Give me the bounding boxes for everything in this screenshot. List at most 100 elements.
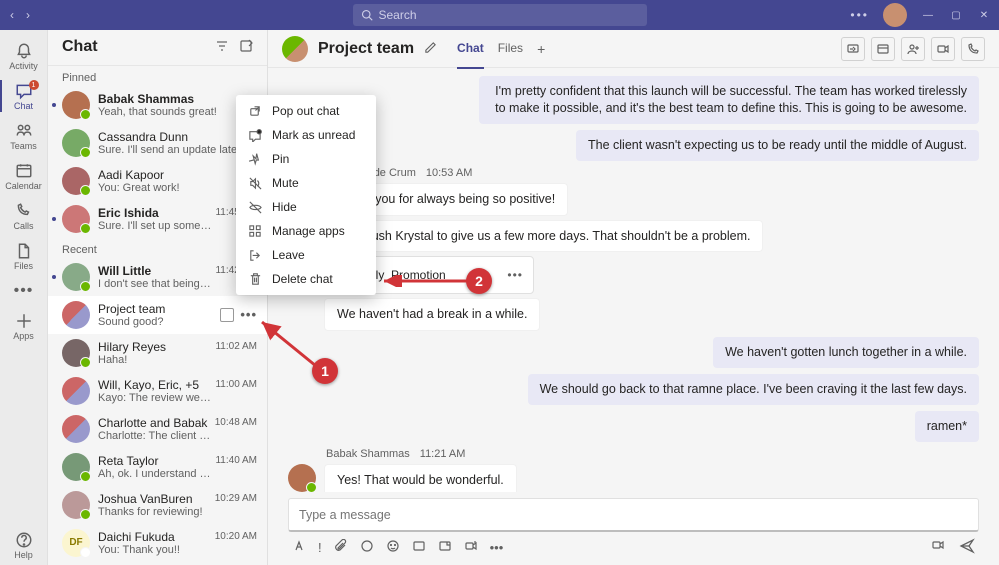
leave-icon — [248, 248, 262, 262]
minimize-button[interactable]: — — [921, 10, 935, 21]
chat-avatar — [62, 377, 90, 405]
add-people-icon[interactable] — [901, 37, 925, 61]
chat-preview: Kayo: The review went really well! Can't… — [98, 392, 211, 404]
chat-list-item[interactable]: Reta TaylorAh, ok. I understand now.11:4… — [48, 448, 267, 486]
ctx-popout[interactable]: Pop out chat — [236, 99, 376, 123]
compose-input-box[interactable] — [288, 498, 979, 532]
chat-list-title: Chat — [62, 38, 205, 56]
compose-input[interactable] — [299, 508, 968, 522]
video-call-icon[interactable] — [931, 37, 955, 61]
close-button[interactable]: ✕ — [977, 10, 991, 21]
rail-calls[interactable]: Calls — [0, 196, 48, 236]
chat-name: Reta Taylor — [98, 454, 211, 468]
rail-activity[interactable]: Activity — [0, 36, 48, 76]
loop-icon[interactable] — [360, 539, 374, 556]
settings-more-icon[interactable]: ••• — [850, 8, 869, 22]
chat-avatar — [62, 167, 90, 195]
gif-icon[interactable] — [412, 539, 426, 556]
ctx-unread[interactable]: Mark as unread — [236, 123, 376, 147]
format-icon[interactable] — [292, 539, 306, 556]
rail-help[interactable]: Help — [0, 525, 48, 565]
sent-message[interactable]: I'm pretty confident that this launch wi… — [479, 76, 979, 124]
chat-list-item[interactable]: Will LittleI don't see that being an iss… — [48, 258, 267, 296]
priority-icon[interactable]: ! — [318, 540, 322, 555]
ctx-apps[interactable]: Manage apps — [236, 219, 376, 243]
chat-list-item[interactable]: Joshua VanBurenThanks for reviewing!10:2… — [48, 486, 267, 524]
chat-list-item[interactable]: Hilary ReyesHaha!11:02 AM — [48, 334, 267, 372]
share-screen-icon[interactable] — [841, 37, 865, 61]
sent-message[interactable]: ramen* — [915, 411, 979, 442]
ctx-trash[interactable]: Delete chat — [236, 267, 376, 291]
rail-chat[interactable]: Chat1 — [0, 76, 48, 116]
file-more-icon[interactable]: ••• — [507, 268, 523, 282]
send-icon[interactable] — [959, 538, 975, 557]
add-tab-icon[interactable]: + — [537, 39, 545, 59]
attach-icon[interactable] — [334, 539, 348, 556]
sticker-icon[interactable] — [438, 539, 452, 556]
rail-teams[interactable]: Teams — [0, 116, 48, 156]
received-message[interactable]: We haven't had a break in a while. — [324, 298, 540, 331]
chat-time: 10:48 AM — [215, 417, 257, 428]
tab-chat[interactable]: Chat — [457, 39, 484, 59]
chat-list-item[interactable]: Kadji BellYou: I like the idea. Let's pi… — [48, 562, 267, 565]
compose-more-icon[interactable]: ••• — [490, 540, 504, 555]
forward-button[interactable]: › — [26, 8, 30, 22]
sent-message[interactable]: We should go back to that ramne place. I… — [528, 374, 979, 405]
chat-name: Cassandra Dunn — [98, 130, 257, 144]
schedule-meet-icon[interactable] — [464, 539, 478, 556]
chat-list-item[interactable]: Cassandra DunnSure. I'll send an update … — [48, 124, 267, 162]
chat-list-item[interactable]: DFDaichi FukudaYou: Thank you!!10:20 AM — [48, 524, 267, 562]
trash-icon — [248, 272, 262, 286]
message-time: 11:21 AM — [420, 448, 466, 460]
chat-list-item[interactable]: Babak ShammasYeah, that sounds great! — [48, 86, 267, 124]
rail-calendar[interactable]: Calendar — [0, 156, 48, 196]
emoji-icon[interactable] — [386, 539, 400, 556]
chat-name: Babak Shammas — [98, 92, 257, 106]
chat-list-item[interactable]: Will, Kayo, Eric, +5Kayo: The review wen… — [48, 372, 267, 410]
back-button[interactable]: ‹ — [10, 8, 14, 22]
audio-call-icon[interactable] — [961, 37, 985, 61]
received-message[interactable]: I will push Krystal to give us a few mor… — [324, 220, 763, 253]
maximize-button[interactable]: ▢ — [949, 10, 963, 21]
chat-name: Eric Ishida — [98, 206, 211, 220]
sender-avatar[interactable] — [288, 464, 316, 492]
schedule-send-icon[interactable] — [931, 538, 945, 557]
ctx-hide[interactable]: Hide — [236, 195, 376, 219]
popout-icon[interactable] — [220, 308, 234, 322]
tab-files[interactable]: Files — [498, 39, 523, 59]
rail-apps[interactable]: Apps — [0, 306, 48, 346]
ctx-leave[interactable]: Leave — [236, 243, 376, 267]
chat-list-item[interactable]: Aadi KapoorYou: Great work! — [48, 162, 267, 200]
chat-preview: Sure. I'll send an update later. — [98, 144, 257, 156]
filter-icon[interactable] — [215, 39, 229, 56]
current-user-avatar[interactable] — [883, 3, 907, 27]
app-rail: ActivityChat1TeamsCalendarCallsFiles •••… — [0, 30, 48, 565]
rail-more-icon[interactable]: ••• — [14, 282, 34, 300]
ctx-mute[interactable]: Mute — [236, 171, 376, 195]
chat-list-item[interactable]: Charlotte and BabakCharlotte: The client… — [48, 410, 267, 448]
edit-title-icon[interactable] — [424, 41, 437, 57]
chat-avatar — [62, 129, 90, 157]
apps-icon — [248, 224, 262, 238]
chat-name: Project team — [98, 302, 216, 316]
chat-list-item[interactable]: Project teamSound good?••• — [48, 296, 267, 334]
chat-name: Aadi Kapoor — [98, 168, 257, 182]
chat-time: 11:00 AM — [215, 379, 257, 390]
ctx-pin[interactable]: Pin — [236, 147, 376, 171]
chat-avatar — [62, 301, 90, 329]
new-chat-icon[interactable] — [239, 39, 253, 56]
pin-icon — [248, 152, 262, 166]
popout-icon — [248, 104, 262, 118]
rail-files[interactable]: Files — [0, 236, 48, 276]
search-box[interactable]: Search — [353, 4, 647, 26]
sent-message[interactable]: We haven't gotten lunch together in a wh… — [713, 337, 979, 368]
mute-icon — [248, 176, 262, 190]
chat-more-icon[interactable]: ••• — [240, 307, 257, 322]
received-message[interactable]: Yes! That would be wonderful. — [324, 464, 517, 492]
chat-context-menu: Pop out chatMark as unreadPinMuteHideMan… — [236, 95, 376, 295]
unread-badge: 1 — [29, 80, 39, 90]
sent-message[interactable]: The client wasn't expecting us to be rea… — [576, 130, 979, 161]
chat-name: Hilary Reyes — [98, 340, 211, 354]
chat-list-item[interactable]: Eric IshidaSure. I'll set up something f… — [48, 200, 267, 238]
join-meet-icon[interactable] — [871, 37, 895, 61]
